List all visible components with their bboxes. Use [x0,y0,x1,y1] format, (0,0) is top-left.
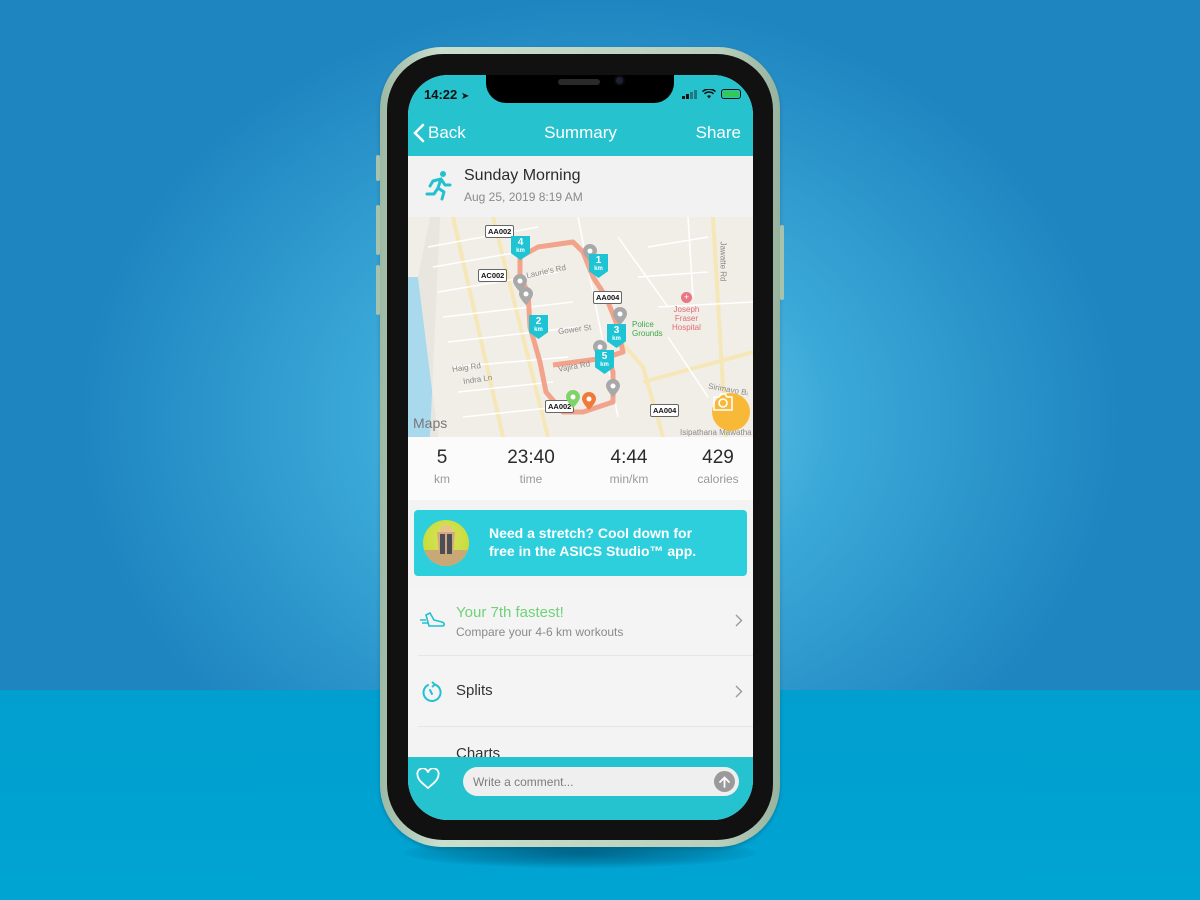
volume-up-button [376,205,380,255]
splits-title: Splits [456,682,493,699]
location-arrow-icon: ➤ [460,91,470,102]
stopwatch-icon [422,681,442,702]
maps-label: Maps [413,415,448,431]
stat-calories: 429 calories [697,447,739,486]
road-tag: AA004 [650,404,680,417]
phone-screen: 14:22 ➤ Back Summary Share Sunday Mornin… [408,75,753,820]
chevron-right-icon [735,685,743,698]
status-time-text: 14:22 [424,87,458,102]
promo-text: Need a stretch? Cool down for free in th… [489,524,696,560]
power-button [780,225,784,300]
stat-distance: 5 km [434,447,450,486]
hospital-poi: + Joseph Fraser Hospital [672,292,701,333]
heart-like-icon[interactable] [416,768,440,790]
running-shoe-icon [420,612,446,627]
road-tag: AA002 [485,225,515,238]
hospital-name: Joseph Fraser Hospital [672,305,701,333]
wifi-icon [702,89,716,99]
chevron-right-icon [735,614,743,627]
waypoint-pin-icon [613,307,627,325]
send-comment-button[interactable] [714,771,735,792]
promo-line-1: Need a stretch? Cool down for [489,525,693,541]
comment-input[interactable] [463,767,739,796]
road-tag: AC002 [478,269,508,282]
stat-pace: 4:44 min/km [609,447,649,486]
waypoint-pin-icon [606,379,620,397]
status-icons [682,89,741,99]
volume-down-button [376,265,380,315]
stat-time: 23:40 time [507,447,555,486]
apple-maps-attribution[interactable]: Maps [413,415,447,431]
finish-pin-icon [582,392,596,410]
street-label: Jawatte Rd [718,241,728,282]
divider [418,726,753,727]
waypoint-pin-icon [519,287,533,305]
stats-row: 5 km 23:40 time 4:44 min/km 429 calories [408,437,753,500]
activity-title: Sunday Morning [464,167,581,184]
splits-row[interactable]: Splits [408,657,753,727]
fastest-comparison-row[interactable]: Your 7th fastest! Compare your 4-6 km wo… [408,586,753,656]
activity-date: Aug 25, 2019 8:19 AM [464,190,583,204]
front-camera [614,75,625,86]
add-photo-button[interactable] [712,393,750,431]
stretch-photo [423,520,469,566]
arrow-up-icon [719,775,730,788]
share-button[interactable]: Share [696,123,741,143]
navigation-bar: Back Summary Share [408,123,753,145]
route-map[interactable]: Laurie's Rd Gower St Vajira Rd Haig Rd I… [408,217,753,437]
signal-icon [682,89,697,99]
activity-header: Sunday Morning Aug 25, 2019 8:19 AM [408,156,753,217]
road-tag: AA004 [593,291,623,304]
comment-bar [408,757,753,820]
street-label: Isipathana Mawatha [680,428,752,437]
running-person-icon [425,171,452,201]
mute-switch [376,155,380,181]
battery-charging-icon [721,89,741,99]
fastest-subtitle: Compare your 4-6 km workouts [456,625,624,639]
camera-icon [713,393,733,411]
earpiece-speaker [558,79,600,85]
police-grounds-label: Police Grounds [632,320,663,339]
divider [418,655,753,656]
start-pin-icon [566,390,580,408]
promo-line-2: free in the ASICS Studio™ app. [489,543,697,560]
hospital-icon: + [680,292,692,303]
status-time: 14:22 ➤ [424,87,469,102]
asics-studio-promo-banner[interactable]: Need a stretch? Cool down for free in th… [414,510,747,576]
fastest-title: Your 7th fastest! [456,604,564,621]
